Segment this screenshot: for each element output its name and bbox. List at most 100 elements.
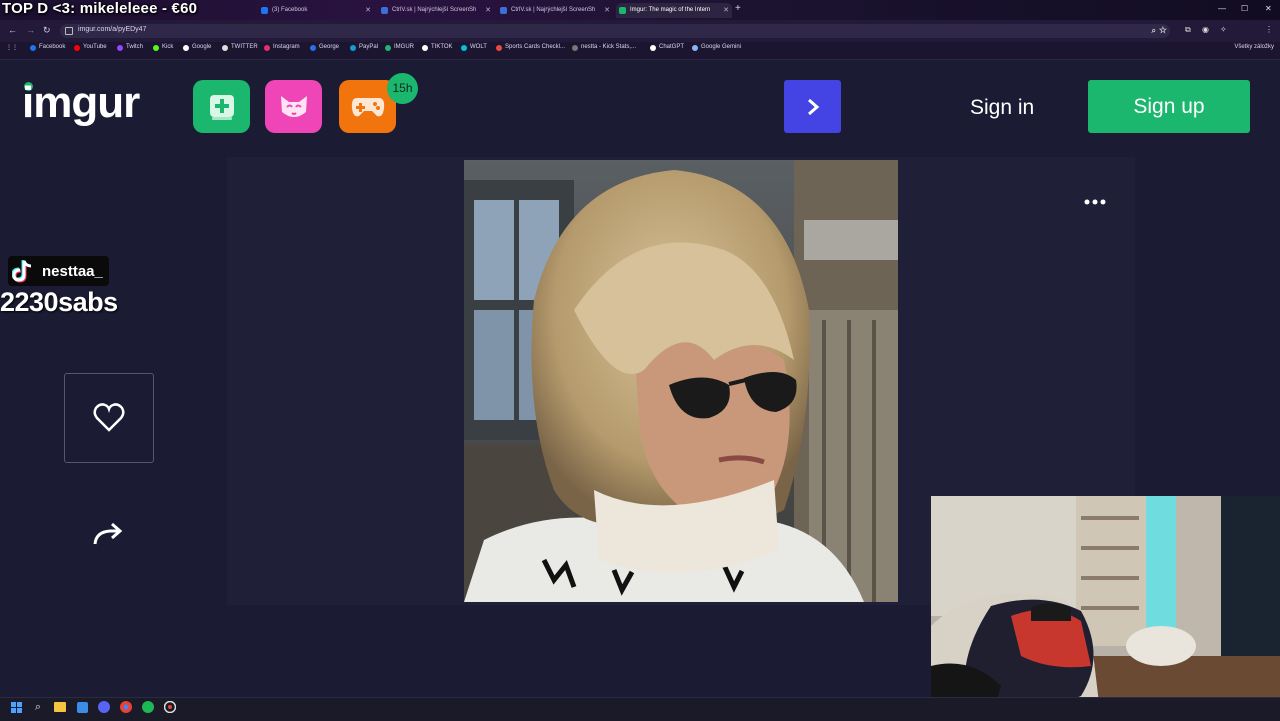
tiktok-handle: nesttaa_ xyxy=(42,262,103,280)
bookmark-google[interactable]: Google xyxy=(183,44,211,51)
browser-tab-ctrlv-2[interactable]: CtrlV.sk | Najrýchlejší ScreenSh ✕ xyxy=(497,3,613,18)
windows-start-icon[interactable] xyxy=(9,700,23,714)
like-button[interactable] xyxy=(64,373,154,463)
new-post-button[interactable] xyxy=(193,80,250,133)
facebook-favicon-icon xyxy=(261,7,268,14)
close-tab-icon[interactable]: ✕ xyxy=(365,3,371,18)
bookmark-facebook[interactable]: Facebook xyxy=(30,44,65,51)
ellipsis-icon xyxy=(1084,199,1106,205)
google-icon xyxy=(183,45,189,51)
reload-icon[interactable]: ↻ xyxy=(43,25,51,36)
tiktok-icon xyxy=(12,260,32,283)
close-window-icon[interactable]: ✕ xyxy=(1265,4,1272,13)
plus-square-icon xyxy=(209,94,234,120)
bookmark-sports-cards[interactable]: Sports Cards Checkl... xyxy=(496,44,565,51)
store-icon[interactable] xyxy=(75,700,89,714)
webcam-overlay xyxy=(931,496,1280,720)
tab-title: CtrlV.sk | Najrýchlejší ScreenSh xyxy=(392,7,477,13)
kick-stats-icon xyxy=(572,45,578,51)
close-tab-icon[interactable]: ✕ xyxy=(604,3,610,18)
bookmark-gemini[interactable]: Google Gemini xyxy=(692,44,741,51)
kick-icon xyxy=(153,45,159,51)
bookmark-instagram[interactable]: Instagram xyxy=(264,44,300,51)
discord-icon[interactable] xyxy=(97,700,111,714)
imgur-logo[interactable]: imgur xyxy=(22,78,140,128)
close-tab-icon[interactable]: ✕ xyxy=(723,3,729,18)
top-donor-overlay: TOP D <3: mikeleleee - €60 xyxy=(2,0,198,17)
post-photo xyxy=(464,160,898,602)
bookmark-wolt[interactable]: WOLT xyxy=(461,44,487,51)
heart-icon xyxy=(93,403,125,432)
tab-title: Imgur: The magic of the Intern xyxy=(630,7,711,13)
more-options-button[interactable] xyxy=(1084,186,1106,212)
bookmark-youtube[interactable]: YouTube xyxy=(74,44,107,51)
next-post-button[interactable] xyxy=(784,80,841,133)
browser-tab-ctrlv-1[interactable]: CtrlV.sk | Najrýchlejší ScreenSh ✕ xyxy=(378,3,494,18)
bookmark-chatgpt[interactable]: ChatGPT xyxy=(650,44,684,51)
george-icon xyxy=(310,45,316,51)
subs-counter: 2230sabs xyxy=(0,287,118,317)
share-button[interactable] xyxy=(92,520,124,553)
memes-button[interactable] xyxy=(265,80,322,133)
extensions-puzzle-icon[interactable]: ✧ xyxy=(1220,25,1227,34)
bookmark-kick[interactable]: Kick xyxy=(153,44,173,51)
chatgpt-icon xyxy=(650,45,656,51)
facebook-icon xyxy=(30,45,36,51)
browser-tab-imgur[interactable]: Imgur: The magic of the Intern ✕ xyxy=(616,3,732,18)
sports-cards-icon xyxy=(496,45,502,51)
cat-mask-icon xyxy=(280,95,307,117)
file-explorer-icon[interactable] xyxy=(53,700,67,714)
share-arrow-icon xyxy=(93,522,123,545)
sign-up-button[interactable]: Sign up xyxy=(1088,80,1250,133)
close-tab-icon[interactable]: ✕ xyxy=(485,3,491,18)
paypal-icon xyxy=(350,45,356,51)
extension-icon[interactable]: ◉ xyxy=(1202,25,1209,34)
menu-dots-icon[interactable]: ⋮ xyxy=(1265,25,1273,34)
search-icon[interactable]: ⌕ xyxy=(31,700,45,714)
post-image[interactable] xyxy=(464,160,898,602)
tab-title: CtrlV.sk | Najrýchlejší ScreenSh xyxy=(511,7,596,13)
chrome-icon[interactable] xyxy=(119,700,133,714)
twitch-icon xyxy=(117,45,123,51)
bookmark-imgur[interactable]: IMGUR xyxy=(385,44,414,51)
gamepad-icon xyxy=(351,97,384,116)
tiktok-icon xyxy=(422,45,428,51)
gemini-icon xyxy=(692,45,698,51)
site-info-icon[interactable] xyxy=(65,27,73,35)
extension-icon[interactable]: ⧉ xyxy=(1185,25,1191,35)
bookmark-tiktok[interactable]: TIKTOK xyxy=(422,44,453,51)
tab-title: (3) Facebook xyxy=(272,7,308,13)
bookmark-twitch[interactable]: Twitch xyxy=(117,44,143,51)
ctrlv-favicon-icon xyxy=(500,7,507,14)
bookmark-george[interactable]: George xyxy=(310,44,339,51)
zoom-icon[interactable]: ⌕ xyxy=(1152,26,1156,36)
windows-taskbar xyxy=(0,697,1280,721)
instagram-icon xyxy=(264,45,270,51)
tiktok-overlay: nesttaa_ xyxy=(8,256,109,286)
wolt-icon xyxy=(461,45,467,51)
apps-grid-icon[interactable]: ⋮⋮ xyxy=(2,44,18,51)
obs-icon[interactable] xyxy=(163,700,177,714)
ctrlv-favicon-icon xyxy=(381,7,388,14)
bookmark-kick-stats[interactable]: nestta - Kick Stats,... xyxy=(572,44,636,51)
forward-icon[interactable]: → xyxy=(26,25,35,35)
bookmark-twitter[interactable]: TWITTER xyxy=(222,44,258,51)
webcam-feed xyxy=(931,496,1280,720)
bookmark-star-icon[interactable]: ☆ xyxy=(1159,25,1167,36)
chevron-right-icon xyxy=(807,98,819,115)
url-text[interactable]: imgur.com/a/pyEDy47 xyxy=(78,26,146,33)
spotify-icon[interactable] xyxy=(141,700,155,714)
games-time-badge: 15h xyxy=(387,73,418,104)
bookmark-paypal[interactable]: PayPal xyxy=(350,44,378,51)
all-bookmarks[interactable]: Všetky záložky xyxy=(1234,44,1274,50)
minimize-icon[interactable]: — xyxy=(1218,4,1226,13)
new-tab-button[interactable]: + xyxy=(735,3,741,14)
browser-tab-facebook[interactable]: (3) Facebook ✕ xyxy=(258,3,374,18)
maximize-icon[interactable]: ☐ xyxy=(1241,4,1248,13)
sign-in-link[interactable]: Sign in xyxy=(970,96,1034,120)
url-field[interactable]: imgur.com/a/pyEDy47 ⌕ ☆ xyxy=(60,24,1170,38)
youtube-icon xyxy=(74,45,80,51)
imgur-favicon-icon xyxy=(619,7,626,14)
x-twitter-icon xyxy=(222,45,228,51)
back-icon[interactable]: ← xyxy=(8,25,17,35)
